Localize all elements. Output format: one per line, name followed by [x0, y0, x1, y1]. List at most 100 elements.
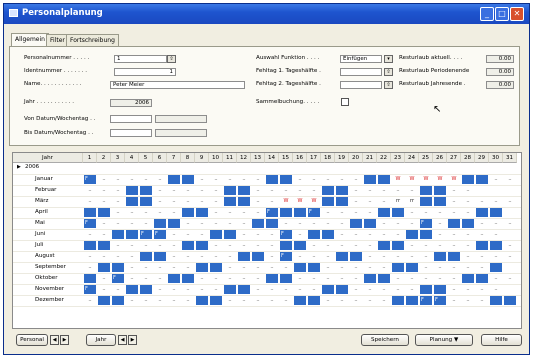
grid-cell-weekend[interactable] — [238, 285, 250, 294]
grid-cell-workday[interactable]: .. — [294, 219, 306, 228]
grid-cell-workday[interactable]: .. — [154, 274, 166, 283]
grid-row-month[interactable]: April — [13, 209, 81, 215]
minimize-button[interactable]: _ — [480, 7, 494, 21]
fehltag1-field[interactable] — [340, 68, 382, 76]
grid-cell-weekend[interactable] — [462, 175, 474, 184]
grid-cell-workday[interactable]: .. — [182, 197, 194, 206]
grid-cell-workday[interactable]: .. — [448, 186, 460, 195]
grid-cell-weekend[interactable] — [322, 230, 334, 239]
grid-cell-workday[interactable]: .. — [448, 208, 460, 217]
grid-cell-workday[interactable]: .. — [378, 230, 390, 239]
grid-cell-weekend[interactable] — [126, 197, 138, 206]
grid-cell-weekend[interactable] — [462, 219, 474, 228]
grid-cell-weekend[interactable] — [98, 208, 110, 217]
grid-cell-workday[interactable]: .. — [210, 197, 222, 206]
grid-cell-weekend[interactable] — [336, 186, 348, 195]
grid-cell-workday[interactable]: .. — [196, 186, 208, 195]
grid-cell-workday[interactable]: .. — [98, 252, 110, 261]
grid-cell-workday[interactable]: .. — [126, 274, 138, 283]
grid-cell-workday[interactable]: .. — [294, 230, 306, 239]
grid-cell-workday[interactable]: .. — [336, 208, 348, 217]
fehltag2-lookup-button[interactable]: ⇧ — [384, 81, 393, 89]
grid-cell-workday[interactable]: .. — [294, 186, 306, 195]
grid-cell-workday[interactable]: .. — [280, 285, 292, 294]
grid-cell-workday[interactable]: .. — [364, 208, 376, 217]
grid-cell-workday[interactable]: .. — [308, 274, 320, 283]
grid-cell-workday[interactable]: .. — [406, 241, 418, 250]
grid-cell-weekend[interactable] — [98, 263, 110, 272]
grid-cell-workday[interactable]: .. — [476, 296, 488, 305]
grid-cell-workday[interactable]: .. — [252, 208, 264, 217]
grid-cell-workday[interactable]: .. — [112, 219, 124, 228]
grid-cell-vacation[interactable]: W — [392, 175, 404, 184]
grid-cell-holiday[interactable]: F — [266, 208, 278, 217]
grid-row-year[interactable]: 2006 — [13, 164, 81, 170]
grid-row-month[interactable]: November — [13, 286, 81, 292]
grid-cell-workday[interactable]: .. — [224, 274, 236, 283]
grid-cell-workday[interactable]: .. — [210, 241, 222, 250]
grid-row-month[interactable]: Oktober — [13, 275, 81, 281]
grid-cell-workday[interactable]: .. — [420, 263, 432, 272]
grid-cell-workday[interactable]: .. — [476, 263, 488, 272]
grid-cell-weekend[interactable] — [140, 186, 152, 195]
grid-cell-workday[interactable]: .. — [126, 263, 138, 272]
grid-cell-weekend[interactable] — [168, 274, 180, 283]
maximize-button[interactable]: □ — [495, 7, 509, 21]
grid-cell-weekend[interactable] — [336, 252, 348, 261]
grid-cell-weekend[interactable] — [490, 296, 502, 305]
grid-cell-workday[interactable]: .. — [350, 175, 362, 184]
grid-cell-workday[interactable]: .. — [168, 252, 180, 261]
grid-cell-workday[interactable]: .. — [196, 219, 208, 228]
planung-button[interactable]: Planung ▼ — [415, 334, 473, 346]
grid-cell-weekend[interactable] — [378, 175, 390, 184]
hilfe-button[interactable]: Hilfe — [481, 334, 522, 346]
grid-cell-workday[interactable]: .. — [280, 186, 292, 195]
grid-cell-weekend[interactable] — [126, 186, 138, 195]
grid-cell-workday[interactable]: .. — [462, 197, 474, 206]
grid-cell-weekend[interactable] — [196, 241, 208, 250]
grid-row-month[interactable]: September — [13, 264, 81, 270]
grid-cell-workday[interactable]: .. — [224, 241, 236, 250]
grid-cell-workday[interactable]: .. — [378, 263, 390, 272]
grid-cell-weekend[interactable] — [280, 175, 292, 184]
grid-cell-workday[interactable]: .. — [140, 219, 152, 228]
grid-cell-workday[interactable]: .. — [238, 208, 250, 217]
grid-cell-workday[interactable]: .. — [182, 219, 194, 228]
name-field[interactable]: Peter Meier — [110, 81, 245, 89]
grid-cell-weekend[interactable] — [140, 285, 152, 294]
grid-cell-weekend[interactable] — [336, 285, 348, 294]
grid-cell-weekend[interactable] — [112, 296, 124, 305]
grid-cell-workday[interactable]: .. — [420, 252, 432, 261]
grid-cell-workday[interactable]: .. — [210, 252, 222, 261]
grid-cell-weekend[interactable] — [252, 252, 264, 261]
grid-cell-weekend[interactable] — [126, 285, 138, 294]
grid-cell-holiday[interactable]: F — [84, 285, 96, 294]
grid-cell-workday[interactable]: .. — [322, 241, 334, 250]
grid-cell-workday[interactable]: .. — [210, 208, 222, 217]
grid-cell-weekend[interactable] — [280, 274, 292, 283]
grid-cell-workday[interactable]: .. — [462, 208, 474, 217]
grid-cell-workday[interactable]: .. — [280, 219, 292, 228]
grid-cell-workday[interactable]: .. — [168, 197, 180, 206]
grid-cell-workday[interactable]: .. — [434, 274, 446, 283]
grid-cell-workday[interactable]: .. — [294, 274, 306, 283]
grid-cell-workday[interactable]: .. — [168, 186, 180, 195]
grid-cell-workday[interactable]: .. — [294, 252, 306, 261]
grid-cell-workday[interactable]: .. — [434, 241, 446, 250]
grid-cell-workday[interactable]: .. — [462, 296, 474, 305]
grid-cell-workday[interactable]: .. — [140, 208, 152, 217]
grid-cell-weekend[interactable] — [280, 208, 292, 217]
grid-cell-workday[interactable]: .. — [112, 197, 124, 206]
grid-cell-workday[interactable]: .. — [406, 252, 418, 261]
bis-datum-field[interactable] — [110, 129, 152, 137]
grid-cell-workday[interactable]: .. — [504, 241, 516, 250]
grid-cell-weekend[interactable] — [322, 186, 334, 195]
grid-cell-workday[interactable]: .. — [322, 219, 334, 228]
grid-cell-workday[interactable]: .. — [112, 208, 124, 217]
grid-cell-workday[interactable]: .. — [266, 230, 278, 239]
grid-cell-workday[interactable]: .. — [140, 274, 152, 283]
grid-cell-weekend[interactable] — [266, 274, 278, 283]
grid-cell-workday[interactable]: .. — [406, 274, 418, 283]
grid-cell-workday[interactable]: .. — [168, 208, 180, 217]
speichern-button[interactable]: Speichern — [361, 334, 409, 346]
